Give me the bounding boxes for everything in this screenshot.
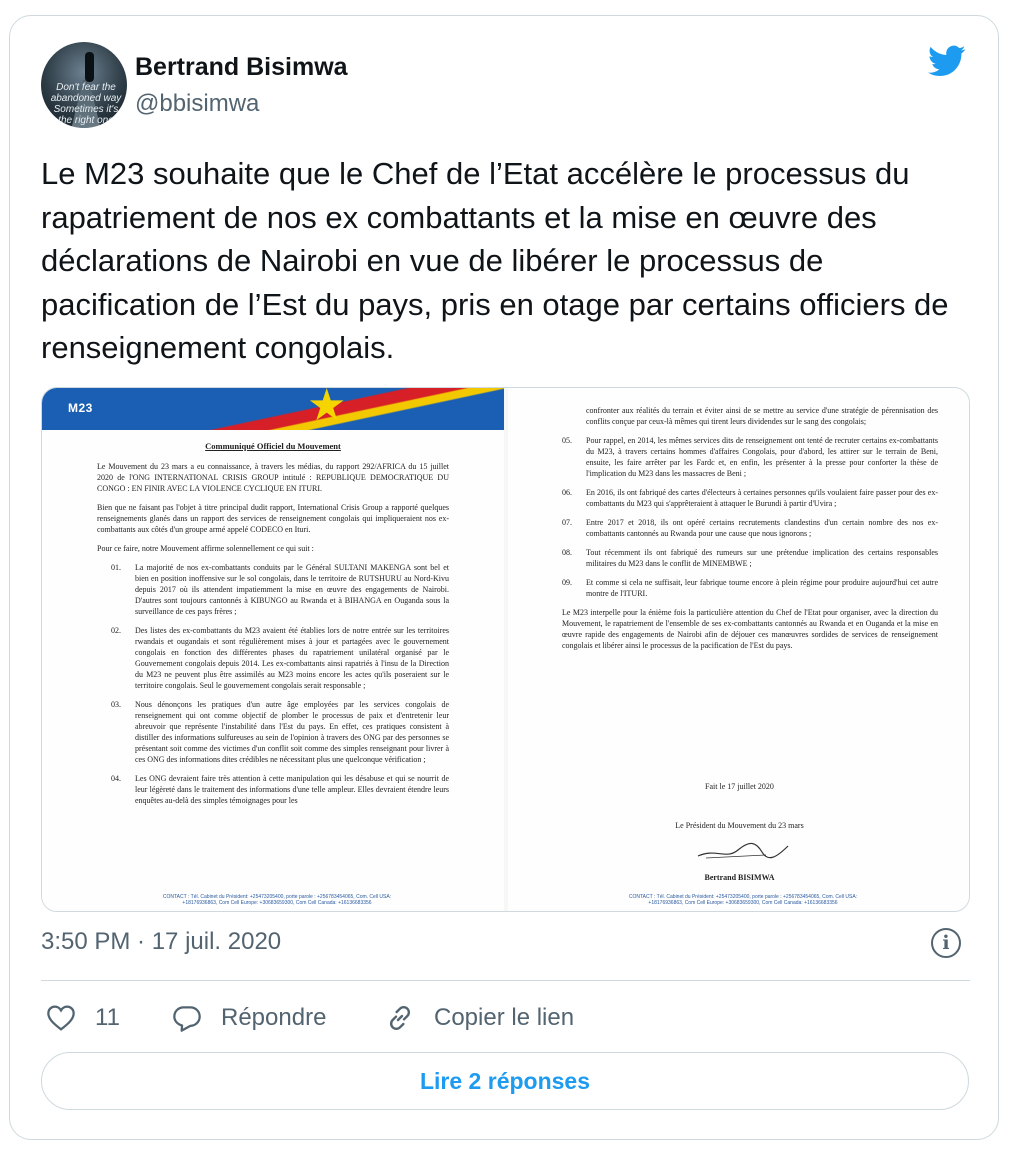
point-number: 07. xyxy=(562,518,572,527)
document-right-column: confronter aux réalités du terrain et év… xyxy=(562,405,938,659)
m23-logo: M23 xyxy=(68,401,93,415)
document-title: Communiqué Officiel du Mouvement xyxy=(205,441,341,451)
info-icon[interactable]: i xyxy=(931,928,961,958)
document-point: confronter aux réalités du terrain et év… xyxy=(562,405,938,427)
tweet-media-image[interactable]: M23 ★ Communiqué Officiel du Mouvement L… xyxy=(41,387,970,912)
divider xyxy=(41,980,970,981)
tweet-timestamp[interactable]: 3:50 PM · 17 juil. 2020 xyxy=(41,928,281,956)
document-point: 02. Des listes des ex-combattants du M23… xyxy=(111,625,449,691)
point-text: Des listes des ex-combattants du M23 ava… xyxy=(135,626,449,690)
document-paragraph: Pour ce faire, notre Mouvement affirme s… xyxy=(97,544,314,553)
point-number: 04. xyxy=(111,774,121,783)
document-point: 03. Nous dénonçons les pratiques d'un au… xyxy=(111,699,449,765)
avatar-figure xyxy=(85,52,94,82)
flag-banner: M23 ★ xyxy=(42,388,504,430)
document-closing: Le M23 interpelle pour la énième fois la… xyxy=(562,608,938,650)
reply-label: Répondre xyxy=(221,1004,327,1031)
signatory-name: Bertrand BISIMWA xyxy=(704,873,775,882)
document-footer-contact: CONTACT : Tél. Cabinet du Président: +25… xyxy=(628,894,858,906)
document-point: 04. Les ONG devraient faire très attenti… xyxy=(111,773,449,806)
link-icon xyxy=(389,1005,411,1031)
point-number: 03. xyxy=(111,700,121,709)
point-text: Entre 2017 et 2018, ils ont opéré certai… xyxy=(586,518,938,538)
point-text: confronter aux réalités du terrain et év… xyxy=(586,406,938,426)
point-text: Et comme si cela ne suffisait, leur fabr… xyxy=(586,578,938,598)
point-number: 06. xyxy=(562,488,572,497)
document-point: 05. Pour rappel, en 2014, les mêmes serv… xyxy=(562,435,938,479)
point-number: 08. xyxy=(562,548,572,557)
point-number: 05. xyxy=(562,436,572,445)
avatar-caption: Don't fear the abandoned way Sometimes i… xyxy=(50,82,122,126)
like-count: 11 xyxy=(95,1004,120,1031)
document-point: 09. Et comme si cela ne suffisait, leur … xyxy=(562,577,938,599)
reply-icon xyxy=(173,1006,201,1032)
author-handle[interactable]: @bbisimwa xyxy=(135,90,259,118)
document-left-column: Le Mouvement du 23 mars a eu connaissanc… xyxy=(97,461,449,814)
like-button[interactable]: 11 xyxy=(45,996,120,1040)
point-text: Nous dénonçons les pratiques d'un autre … xyxy=(135,700,449,764)
read-replies-button[interactable]: Lire 2 réponses xyxy=(41,1052,969,1110)
tweet-text: Le M23 souhaite que le Chef de l’Etat ac… xyxy=(41,156,949,365)
document-point: 07. Entre 2017 et 2018, ils ont opéré ce… xyxy=(562,517,938,539)
document-page-right: confronter aux réalités du terrain et év… xyxy=(508,388,969,911)
document-page-left: M23 ★ Communiqué Officiel du Mouvement L… xyxy=(42,388,504,911)
point-text: Les ONG devraient faire très attention à… xyxy=(135,774,449,805)
avatar[interactable]: Don't fear the abandoned way Sometimes i… xyxy=(41,42,127,128)
copy-link-label: Copier le lien xyxy=(434,1004,575,1031)
point-text: La majorité de nos ex-combattants condui… xyxy=(135,563,449,616)
point-number: 02. xyxy=(111,626,121,635)
point-number: 01. xyxy=(111,563,121,572)
document-paragraph: Le Mouvement du 23 mars a eu connaissanc… xyxy=(97,462,449,493)
document-point: 01. La majorité de nos ex-combattants co… xyxy=(111,562,449,617)
author-name[interactable]: Bertrand Bisimwa xyxy=(135,53,348,82)
point-text: Pour rappel, en 2014, les mêmes services… xyxy=(586,436,938,478)
signature-icon xyxy=(697,842,789,859)
point-text: Tout récemment ils ont fabriqué des rume… xyxy=(586,548,938,568)
point-number: 09. xyxy=(562,578,572,587)
document-point: 08. Tout récemment ils ont fabriqué des … xyxy=(562,547,938,569)
heart-icon xyxy=(47,1005,75,1031)
twitter-bird-icon[interactable] xyxy=(925,42,969,80)
star-icon: ★ xyxy=(307,388,347,430)
document-footer-contact: CONTACT : Tél. Cabinet du Président: +25… xyxy=(162,894,392,906)
point-text: En 2016, ils ont fabriqué des cartes d'é… xyxy=(586,488,938,508)
signatory-title: Le Président du Mouvement du 23 mars xyxy=(675,821,804,830)
copy-link-button[interactable]: Copier le lien xyxy=(384,996,574,1040)
document-date: Fait le 17 juillet 2020 xyxy=(705,782,774,791)
document-paragraph: Bien que ne faisant pas l'objet à titre … xyxy=(97,503,449,534)
document-point: 06. En 2016, ils ont fabriqué des cartes… xyxy=(562,487,938,509)
reply-button[interactable]: Répondre xyxy=(171,996,326,1040)
